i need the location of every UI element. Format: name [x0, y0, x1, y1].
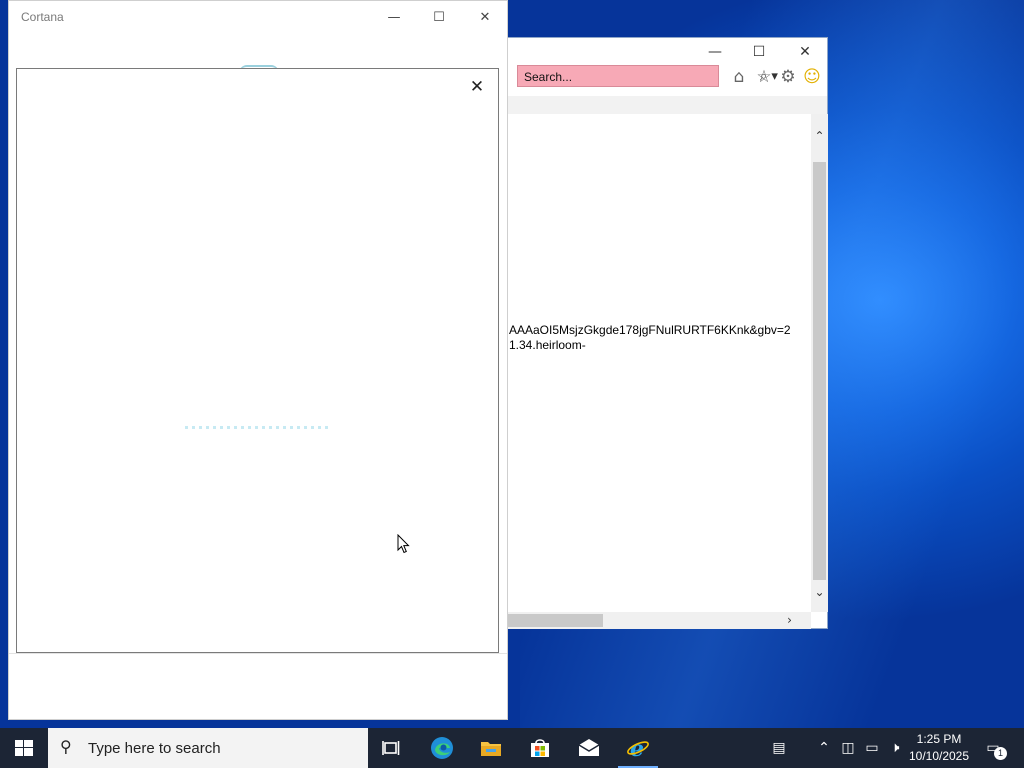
feedback-smiley-icon[interactable]: ☺: [801, 66, 823, 88]
taskbar: ⚲ Type here to search e ▤ ⌃ ◫ ▭ 🕨 1:25 P…: [0, 728, 1024, 768]
microsoft-store-button[interactable]: [516, 728, 564, 768]
ie-vertical-scrollbar[interactable]: ⌃ ⌄: [811, 114, 828, 612]
show-hidden-icons-chevron-icon[interactable]: ⌃: [814, 738, 834, 758]
scroll-up-arrow-icon[interactable]: ⌃: [811, 126, 828, 146]
favorites-star-icon[interactable]: ☆: [753, 66, 775, 88]
taskbar-clock[interactable]: 1:25 PM 10/10/2025: [906, 731, 972, 765]
dialog-close-button[interactable]: ✕: [465, 75, 489, 99]
volume-muted-icon[interactable]: 🕨: [885, 738, 905, 758]
start-button[interactable]: [0, 728, 48, 768]
internet-explorer-taskbar-button[interactable]: e: [614, 728, 662, 768]
loading-progress-dots: [185, 426, 329, 429]
ie-close-button[interactable]: ✕: [793, 42, 817, 62]
windows-logo-icon: [15, 740, 33, 756]
home-icon[interactable]: ⌂: [728, 66, 750, 88]
cortana-footer-divider: [9, 653, 507, 654]
mouse-cursor-icon: [397, 534, 410, 554]
ie-search-box[interactable]: Search... ⌕ ▾: [517, 65, 778, 87]
svg-text:e: e: [630, 736, 644, 760]
search-icon: ⚲: [60, 737, 72, 756]
store-bag-icon: [531, 739, 549, 757]
meet-now-icon[interactable]: ◫: [838, 738, 858, 758]
scroll-down-arrow-icon[interactable]: ⌄: [811, 582, 828, 602]
file-explorer-button[interactable]: [467, 728, 515, 768]
cortana-maximize-button[interactable]: ☐: [424, 7, 454, 29]
taskbar-search-box[interactable]: ⚲ Type here to search: [48, 728, 368, 768]
network-icon[interactable]: ▭: [862, 738, 882, 758]
taskbar-search-placeholder: Type here to search: [88, 740, 221, 757]
edge-icon: [431, 737, 453, 759]
edge-taskbar-button[interactable]: [418, 728, 466, 768]
task-view-icon: [382, 741, 400, 755]
sign-in-dialog[interactable]: ✕: [16, 68, 499, 653]
ie-content-line: AAAaOI5MsjzGkgde178jgFNulRURTF6KKnk&gbv=…: [509, 323, 791, 337]
internet-explorer-icon: e: [627, 736, 649, 760]
ie-search-placeholder: Search...: [524, 70, 573, 84]
notification-count-badge: 1: [994, 747, 1007, 760]
scroll-right-arrow-icon[interactable]: ›: [781, 610, 798, 630]
ie-vertical-scroll-thumb[interactable]: [813, 162, 826, 580]
ie-content-line: 1.34.heirloom-: [509, 338, 586, 352]
clock-time: 1:25 PM: [916, 732, 962, 746]
news-widget-icon[interactable]: ▤: [766, 738, 792, 758]
mail-envelope-icon: [578, 739, 600, 756]
settings-gear-icon[interactable]: ⚙: [777, 66, 799, 88]
ie-minimize-button[interactable]: —: [703, 42, 727, 62]
cortana-minimize-button[interactable]: —: [379, 7, 409, 29]
clock-date: 10/10/2025: [908, 749, 970, 763]
folder-icon: [481, 742, 501, 756]
cortana-window-title: Cortana: [21, 10, 64, 24]
task-view-button[interactable]: [368, 728, 416, 768]
cortana-close-button[interactable]: ✕: [470, 7, 500, 29]
ie-maximize-button[interactable]: ☐: [747, 42, 771, 62]
mail-button[interactable]: [565, 728, 613, 768]
